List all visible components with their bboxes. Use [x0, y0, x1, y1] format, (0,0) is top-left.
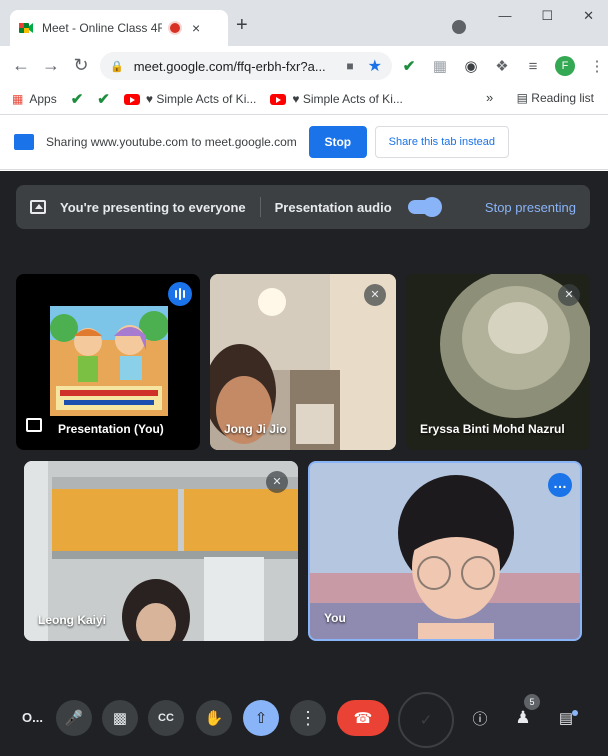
browser-menu-icon[interactable]: ⋮: [588, 57, 606, 75]
check-icon: ✔: [70, 91, 84, 108]
participant-tile-eryssa[interactable]: ✕ Eryssa Binti Mohd Nazrul: [406, 274, 590, 450]
presentation-thumbnail: [50, 306, 168, 416]
bookmarks-bar: ▦ Apps ✔ ✔ ♥ Simple Acts of Ki... ♥ Simp…: [0, 84, 608, 114]
participant-name: Eryssa Binti Mohd Nazrul: [420, 422, 565, 436]
bookmark-label: ♥ Simple Acts of Ki...: [292, 92, 403, 106]
puzzle-extensions-icon[interactable]: ❖: [493, 57, 511, 75]
stop-presenting-button[interactable]: Stop presenting: [485, 200, 576, 215]
microphone-icon[interactable]: 🎤: [56, 700, 92, 736]
participant-video: [310, 463, 580, 639]
end-call-icon[interactable]: ☎: [337, 700, 389, 736]
url-text: meet.google.com/ffq-erbh-fxr?a...: [133, 58, 326, 74]
speaking-indicator-icon: [168, 282, 192, 306]
robot-extension-icon[interactable]: ◉: [462, 57, 480, 75]
divider: [259, 197, 261, 217]
raise-hand-icon[interactable]: ✋: [196, 700, 232, 736]
bookmarks-overflow-chevron[interactable]: »: [486, 90, 493, 105]
meeting-info-icon[interactable]: ⓘ: [462, 700, 498, 736]
camera-icon[interactable]: ▩: [102, 700, 138, 736]
participant-tile-leong-kaiyi[interactable]: ✕ Leong Kaiyi: [24, 461, 298, 641]
tab-search-icon[interactable]: [452, 20, 466, 34]
presentation-audio-toggle[interactable]: [407, 197, 442, 217]
meeting-details-label[interactable]: O...: [22, 710, 43, 725]
reading-list-button[interactable]: ▤ Reading list: [517, 91, 594, 105]
stop-sharing-button[interactable]: Stop: [308, 126, 367, 158]
present-screen-icon: [26, 418, 42, 432]
bookmark-check-2[interactable]: ✔: [97, 90, 110, 108]
participant-tile-jong-ji-jio[interactable]: ✕ Jong Ji Jio: [210, 274, 396, 450]
bookmark-label: Apps: [29, 92, 57, 106]
tab-close-icon[interactable]: ×: [192, 20, 200, 36]
lock-icon: 🔒: [110, 60, 124, 73]
participant-tile-you[interactable]: … You: [308, 461, 582, 641]
more-options-icon[interactable]: …: [548, 473, 572, 497]
close-window-button[interactable]: ✕: [583, 8, 594, 24]
youtube-icon: [123, 93, 140, 105]
back-arrow-icon[interactable]: ←: [6, 55, 36, 76]
mic-off-icon: ✕: [364, 284, 386, 306]
bookmark-label: ♥ Simple Acts of Ki...: [145, 92, 257, 106]
meet-window: You're presenting to everyone Presentati…: [0, 171, 608, 756]
sharing-message: Sharing www.youtube.com to meet.google.c…: [46, 135, 297, 149]
captions-icon[interactable]: CC: [148, 700, 184, 736]
window-controls: — ☐ ✕: [498, 8, 594, 24]
grid-extension-icon[interactable]: ▦: [431, 57, 449, 75]
browser-tab-meet[interactable]: Meet - Online Class 4R (June ×: [10, 10, 228, 46]
browser-toolbar: ← → ↻ 🔒 meet.google.com/ffq-erbh-fxr?a..…: [0, 46, 608, 84]
screen-share-icon: [14, 134, 34, 150]
more-options-vertical-icon[interactable]: ⋮: [290, 700, 326, 736]
address-bar[interactable]: 🔒 meet.google.com/ffq-erbh-fxr?a... ■ ★: [100, 52, 392, 80]
tab-title: Meet - Online Class 4R (June: [42, 21, 162, 35]
google-meet-icon: [19, 23, 33, 33]
bookmark-apps[interactable]: ▦ Apps: [12, 92, 57, 106]
participant-name: You: [324, 611, 346, 625]
extensions-area: ✔ ▦ ◉ ❖ ≡ F ⋮: [400, 56, 606, 76]
bookmark-check-1[interactable]: ✔: [71, 90, 84, 108]
reload-icon[interactable]: ↻: [66, 55, 96, 76]
checkmark-overlay-icon: ✓: [398, 692, 454, 748]
people-count-badge: 5: [524, 694, 540, 710]
presenting-text: You're presenting to everyone: [60, 199, 246, 215]
forward-arrow-icon[interactable]: →: [36, 55, 66, 76]
profile-avatar[interactable]: F: [555, 56, 575, 76]
checkmark-extension-icon[interactable]: ✔: [400, 57, 418, 75]
youtube-icon: [270, 93, 287, 105]
camera-in-use-icon[interactable]: ■: [346, 59, 353, 73]
media-control-icon[interactable]: ≡: [524, 58, 542, 75]
present-now-icon[interactable]: ⇧: [243, 700, 279, 736]
present-screen-icon: [30, 200, 46, 214]
check-icon: ✔: [97, 91, 110, 108]
participant-name: Presentation (You): [58, 422, 164, 436]
apps-grid-icon: ▦: [12, 92, 24, 106]
presentation-audio-label: Presentation audio: [274, 199, 392, 215]
reading-list-icon: ▤: [516, 91, 528, 105]
chat-icon[interactable]: ▤: [548, 700, 584, 736]
participant-name: Jong Ji Jio: [224, 422, 287, 436]
meet-control-bar: O... 🎤 ▩ CC ✋ ⇧ ⋮ ☎ ✓ ⓘ ♟ 5 ▤: [0, 686, 608, 756]
chat-notification-dot: [572, 710, 578, 716]
new-tab-button[interactable]: +: [236, 14, 248, 37]
bookmark-simple-acts-2[interactable]: ♥ Simple Acts of Ki...: [270, 92, 403, 106]
screen: Meet - Online Class 4R (June × + — ☐ ✕ ←…: [0, 0, 608, 756]
browser-titlebar: Meet - Online Class 4R (June × + — ☐ ✕: [0, 0, 608, 46]
reading-list-label: Reading list: [531, 91, 594, 105]
participant-name: Leong Kaiyi: [38, 613, 107, 627]
participant-tile-presentation[interactable]: Presentation (You): [16, 274, 200, 450]
maximize-button[interactable]: ☐: [541, 8, 553, 24]
screen-sharing-infobar: Sharing www.youtube.com to meet.google.c…: [0, 114, 608, 170]
minimize-button[interactable]: —: [498, 8, 511, 24]
share-this-tab-button[interactable]: Share this tab instead: [374, 126, 509, 158]
presenting-banner: You're presenting to everyone Presentati…: [16, 185, 590, 229]
bookmark-star-icon[interactable]: ★: [368, 56, 382, 76]
mic-off-icon: ✕: [558, 284, 580, 306]
recording-icon: [168, 21, 182, 35]
bookmark-simple-acts-1[interactable]: ♥ Simple Acts of Ki...: [123, 92, 257, 106]
mic-off-icon: ✕: [266, 471, 288, 493]
